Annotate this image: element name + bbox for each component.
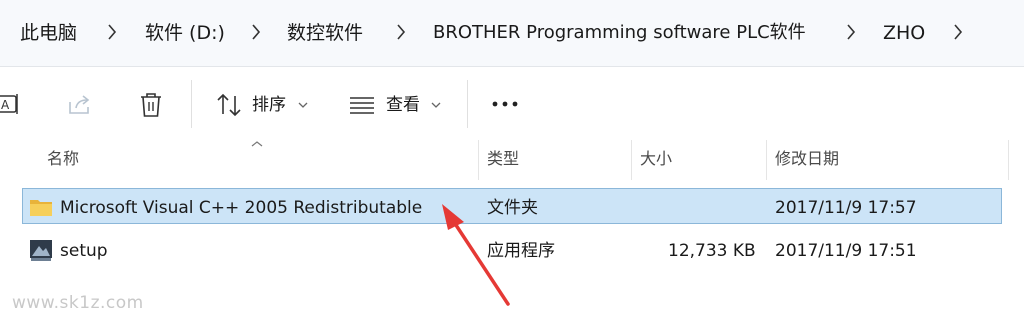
file-modified: 2017/11/9 17:57 (775, 198, 917, 218)
chevron-right-icon[interactable] (396, 23, 406, 41)
breadcrumb-item-cnc-software[interactable]: 数控软件 (287, 20, 363, 46)
toolbar-separator (191, 80, 192, 128)
chevron-right-icon[interactable] (953, 23, 963, 41)
address-bar[interactable]: 此电脑 软件 (D:) 数控软件 BROTHER Programming sof… (0, 0, 1024, 67)
breadcrumb-item-brother-software[interactable]: BROTHER Programming software PLC软件 (433, 20, 806, 46)
chevron-down-icon[interactable] (298, 101, 308, 109)
column-header-type[interactable]: 类型 (487, 148, 519, 170)
column-header-modified[interactable]: 修改日期 (775, 148, 839, 170)
column-divider[interactable] (766, 140, 767, 180)
chevron-right-icon[interactable] (107, 23, 117, 41)
column-divider[interactable] (478, 140, 479, 180)
setup-app-icon (30, 240, 52, 261)
red-annotation-arrow-icon (442, 204, 510, 306)
more-options-icon[interactable] (491, 100, 519, 108)
file-modified: 2017/11/9 17:51 (775, 241, 917, 261)
watermark-text: www.sk1z.com (12, 293, 144, 313)
column-divider[interactable] (631, 140, 632, 180)
chevron-right-icon[interactable] (251, 23, 261, 41)
chevron-right-icon[interactable] (846, 23, 856, 41)
view-button-label[interactable]: 查看 (386, 93, 420, 117)
file-name[interactable]: Microsoft Visual C++ 2005 Redistributabl… (60, 197, 422, 219)
breadcrumb-item-zho[interactable]: ZHO (883, 20, 925, 46)
sort-icon[interactable] (216, 93, 242, 117)
sort-button-label[interactable]: 排序 (252, 93, 286, 117)
rename-icon[interactable]: A (0, 92, 22, 116)
sort-ascending-indicator-icon (251, 141, 263, 147)
column-divider[interactable] (1008, 140, 1009, 180)
trash-icon[interactable] (139, 92, 163, 118)
file-size: 12,733 KB (668, 241, 756, 261)
breadcrumb-item-this-pc[interactable]: 此电脑 (20, 20, 77, 46)
column-header-name[interactable]: 名称 (47, 148, 79, 170)
chevron-down-icon[interactable] (431, 101, 441, 109)
breadcrumb-item-drive-d[interactable]: 软件 (D:) (145, 20, 225, 46)
column-header-size[interactable]: 大小 (640, 148, 672, 170)
view-list-icon[interactable] (349, 96, 375, 114)
file-name[interactable]: setup (60, 240, 108, 262)
share-icon[interactable] (67, 92, 93, 116)
folder-icon (30, 200, 52, 216)
svg-text:A: A (1, 98, 10, 112)
toolbar-separator (467, 80, 468, 128)
